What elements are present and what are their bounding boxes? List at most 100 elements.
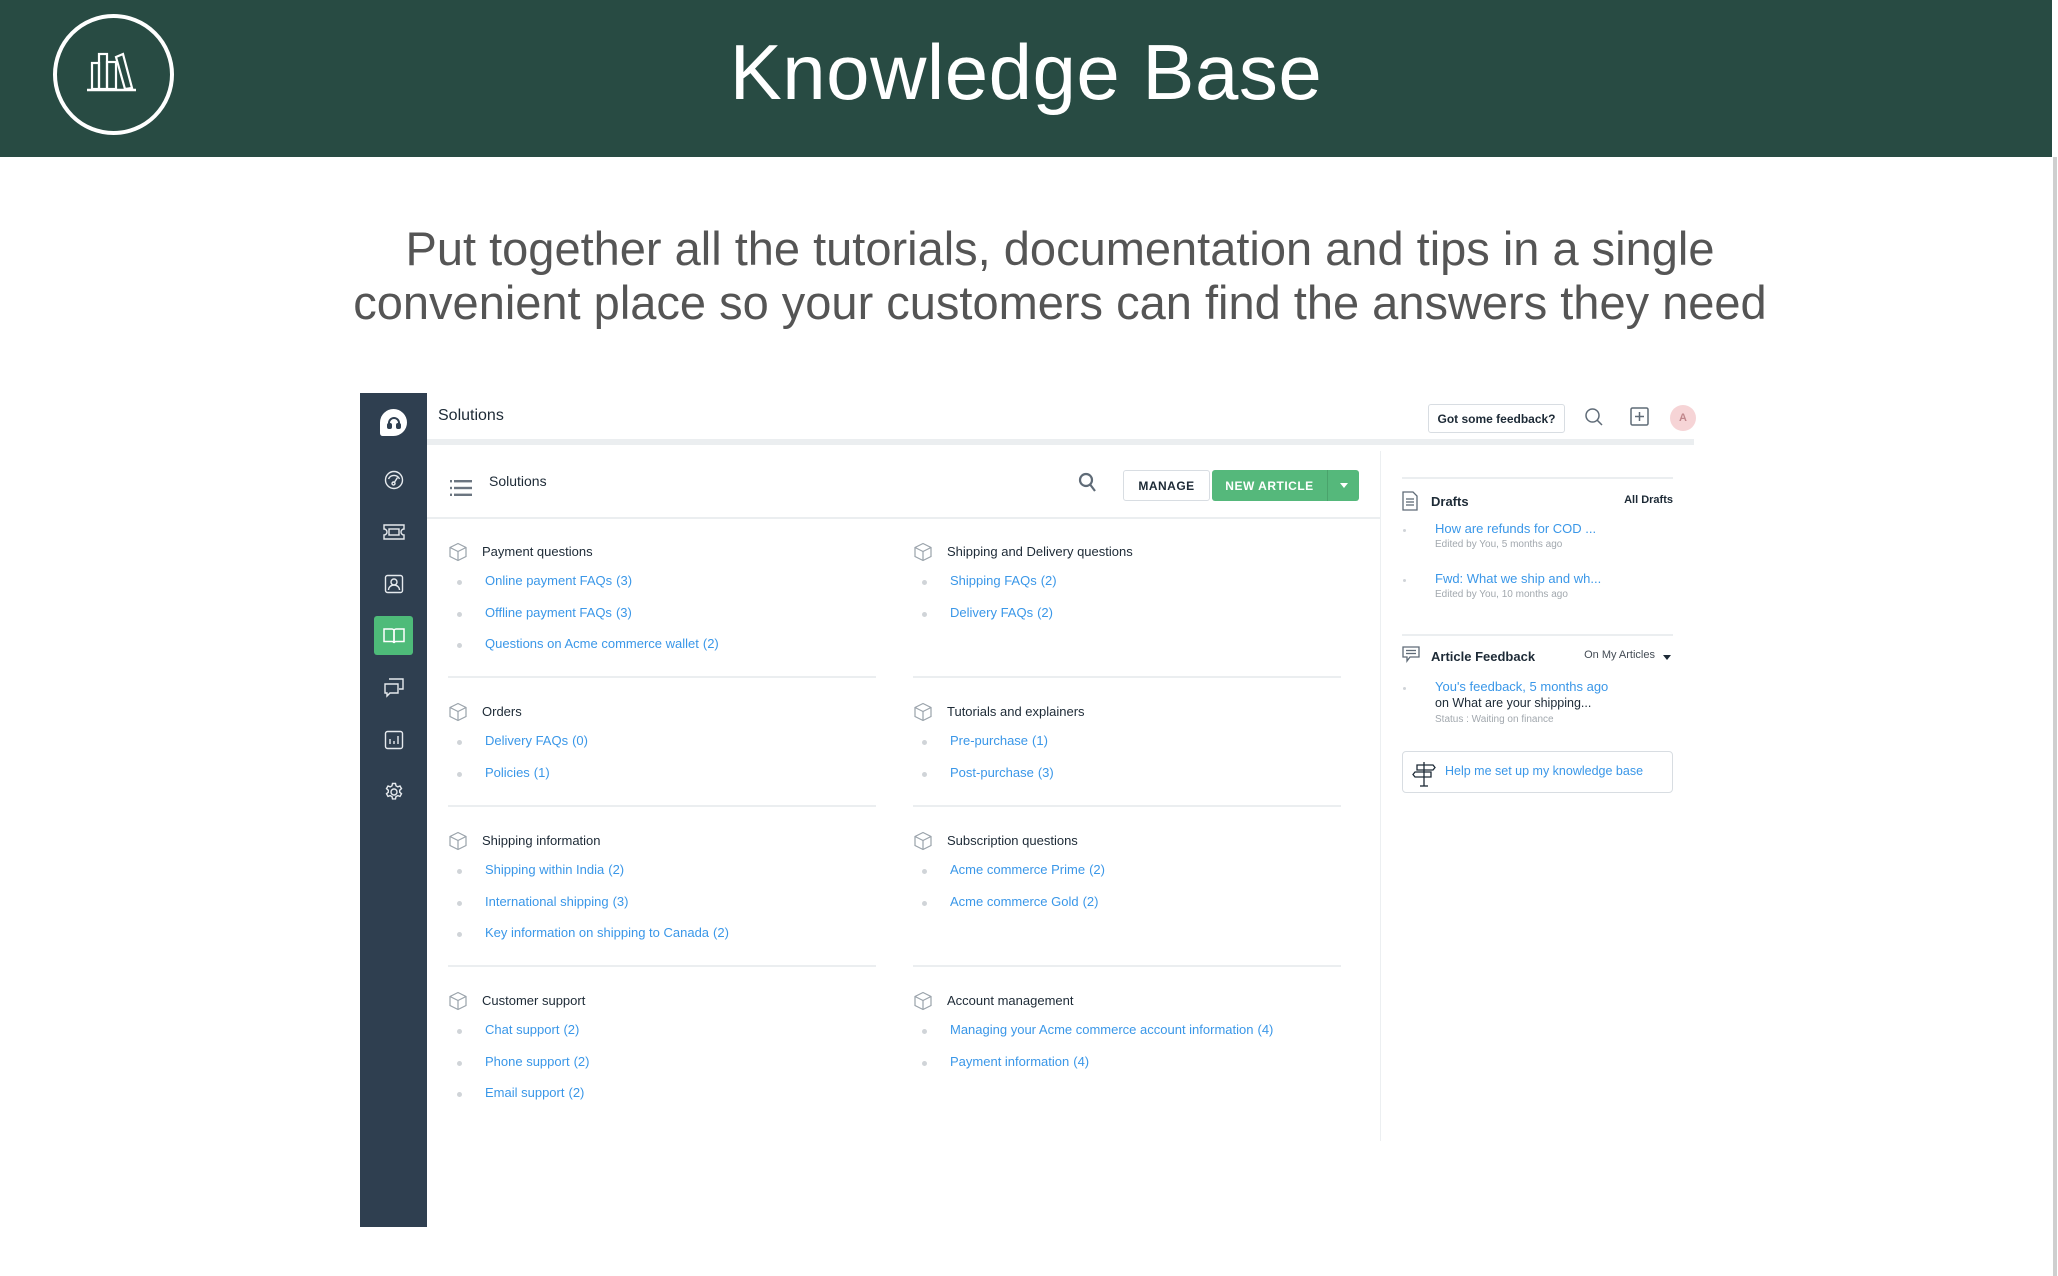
folder-list: Online payment FAQs (3) Offline payment FA… bbox=[448, 573, 876, 668]
setup-help-label: Help me set up my knowledge base bbox=[1445, 764, 1644, 778]
folder-link[interactable]: Offline payment FAQs (3) bbox=[485, 605, 632, 620]
chevron-down-icon[interactable] bbox=[1663, 655, 1671, 660]
folder-item[interactable]: Managing your Acme commerce account info… bbox=[913, 1022, 1341, 1054]
sidebar-item-reports[interactable] bbox=[374, 720, 413, 759]
new-item-button[interactable] bbox=[1630, 407, 1649, 431]
dashboard-gauge-icon bbox=[384, 470, 403, 489]
sidebar-item-settings[interactable] bbox=[374, 772, 413, 811]
folder-link[interactable]: Delivery FAQs (2) bbox=[950, 605, 1053, 620]
scrollbar-thumb[interactable] bbox=[2053, 157, 2057, 1276]
bullet bbox=[457, 643, 462, 648]
folder-item[interactable]: Delivery FAQs (2) bbox=[913, 605, 1341, 637]
folder-link[interactable]: Delivery FAQs (0) bbox=[485, 733, 588, 748]
folder-item[interactable]: Email support (2) bbox=[448, 1085, 876, 1117]
plus-square-icon bbox=[1630, 407, 1649, 426]
category-card: Shipping information Shipping within Indi… bbox=[448, 830, 876, 957]
folder-link[interactable]: Phone support (2) bbox=[485, 1054, 589, 1069]
category-title[interactable]: Tutorials and explainers bbox=[947, 704, 1085, 719]
folder-name: International shipping bbox=[485, 893, 609, 909]
draft-title[interactable]: How are refunds for COD ... bbox=[1435, 521, 1596, 536]
draft-meta: Edited by You, 10 months ago bbox=[1435, 589, 1568, 600]
folder-link[interactable]: Managing your Acme commerce account info… bbox=[950, 1022, 1273, 1037]
feedback-item-title[interactable]: You's feedback, 5 months ago bbox=[1435, 679, 1608, 694]
folder-link[interactable]: Policies (1) bbox=[485, 765, 550, 780]
folder-item[interactable]: Offline payment FAQs (3) bbox=[448, 605, 876, 637]
category-title[interactable]: Shipping information bbox=[482, 833, 601, 848]
category-header: Shipping information bbox=[448, 830, 876, 852]
category-title[interactable]: Account management bbox=[947, 993, 1073, 1008]
folder-item[interactable]: Key information on shipping to Canada (2) bbox=[448, 925, 876, 957]
list-menu-button[interactable] bbox=[450, 480, 472, 501]
category-title[interactable]: Shipping and Delivery questions bbox=[947, 544, 1133, 559]
sidebar-item-conversations[interactable] bbox=[374, 668, 413, 707]
folder-link[interactable]: Acme commerce Prime (2) bbox=[950, 862, 1105, 877]
folder-link[interactable]: Questions on Acme commerce wallet (2) bbox=[485, 636, 719, 651]
folder-list: Shipping within India (2) International sh… bbox=[448, 862, 876, 957]
category-title[interactable]: Subscription questions bbox=[947, 833, 1078, 848]
user-avatar[interactable]: A bbox=[1670, 405, 1696, 431]
feedback-filter-dropdown[interactable]: On My Articles bbox=[1584, 649, 1655, 661]
category-cube-icon bbox=[448, 542, 468, 567]
category-cube-icon bbox=[448, 991, 468, 1016]
brand-headset-icon[interactable] bbox=[380, 409, 407, 436]
category-title[interactable]: Orders bbox=[482, 704, 522, 719]
folder-item[interactable]: Acme commerce Gold (2) bbox=[913, 894, 1341, 926]
folder-item[interactable]: Phone support (2) bbox=[448, 1054, 876, 1086]
app-screenshot: Solutions Got some feedback? A Solutions bbox=[360, 393, 1696, 1227]
folder-item[interactable]: Shipping within India (2) bbox=[448, 862, 876, 894]
folder-link[interactable]: Acme commerce Gold (2) bbox=[950, 894, 1098, 909]
category-card: Subscription questions Acme commerce Prim… bbox=[913, 830, 1341, 925]
folder-link[interactable]: Payment information (4) bbox=[950, 1054, 1089, 1069]
sidebar-item-solutions[interactable] bbox=[374, 616, 413, 655]
folder-list: Pre-purchase (1) Post-purchase (3) bbox=[913, 733, 1341, 796]
category-cube-icon bbox=[448, 831, 468, 856]
new-article-dropdown-button[interactable] bbox=[1328, 470, 1359, 501]
folder-name: Shipping FAQs bbox=[950, 573, 1037, 588]
folder-link[interactable]: Online payment FAQs (3) bbox=[485, 573, 632, 588]
folder-item[interactable]: Pre-purchase (1) bbox=[913, 733, 1341, 765]
feedback-button[interactable]: Got some feedback? bbox=[1428, 404, 1565, 433]
folder-item[interactable]: Acme commerce Prime (2) bbox=[913, 862, 1341, 894]
category-title[interactable]: Customer support bbox=[482, 993, 585, 1008]
sidebar-item-tickets[interactable] bbox=[374, 512, 413, 551]
new-article-button[interactable]: NEW ARTICLE bbox=[1212, 470, 1328, 501]
folder-item[interactable]: Chat support (2) bbox=[448, 1022, 876, 1054]
folder-link[interactable]: Key information on shipping to Canada (2) bbox=[485, 925, 729, 940]
folder-count: (2) bbox=[1082, 893, 1099, 909]
solutions-search-button[interactable] bbox=[1078, 472, 1098, 499]
category-title[interactable]: Payment questions bbox=[482, 544, 593, 559]
category-divider bbox=[448, 805, 876, 807]
category-cube-icon bbox=[913, 702, 933, 727]
folder-item[interactable]: Delivery FAQs (0) bbox=[448, 733, 876, 765]
folder-link[interactable]: Shipping FAQs (2) bbox=[950, 573, 1057, 588]
folder-count: (4) bbox=[1257, 1022, 1274, 1037]
folder-link[interactable]: Post-purchase (3) bbox=[950, 765, 1054, 780]
page-scrollbar[interactable] bbox=[2052, 0, 2058, 1276]
folder-item[interactable]: International shipping (3) bbox=[448, 894, 876, 926]
setup-help-button[interactable]: Help me set up my knowledge base bbox=[1402, 751, 1673, 793]
folder-count: (3) bbox=[612, 893, 629, 909]
drafts-header: Drafts All Drafts bbox=[1402, 491, 1673, 513]
category-card: Orders Delivery FAQs (0) Policies (1) bbox=[448, 701, 876, 796]
folder-item[interactable]: Post-purchase (3) bbox=[913, 765, 1341, 797]
folder-link[interactable]: Shipping within India (2) bbox=[485, 862, 624, 877]
page-subtitle: Put together all the tutorials, document… bbox=[300, 222, 1820, 330]
all-drafts-link[interactable]: All Drafts bbox=[1624, 494, 1673, 506]
folder-item[interactable]: Online payment FAQs (3) bbox=[448, 573, 876, 605]
folder-link[interactable]: Chat support (2) bbox=[485, 1022, 579, 1037]
category-header: Customer support bbox=[448, 990, 876, 1012]
sidebar-item-dashboard[interactable] bbox=[374, 460, 413, 499]
sidebar-item-contacts[interactable] bbox=[374, 564, 413, 603]
folder-item[interactable]: Payment information (4) bbox=[913, 1054, 1341, 1086]
folder-link[interactable]: International shipping (3) bbox=[485, 894, 628, 909]
folder-item[interactable]: Shipping FAQs (2) bbox=[913, 573, 1341, 605]
folder-item[interactable]: Policies (1) bbox=[448, 765, 876, 797]
folder-link[interactable]: Email support (2) bbox=[485, 1085, 584, 1100]
draft-title[interactable]: Fwd: What we ship and wh... bbox=[1435, 571, 1601, 586]
manage-button[interactable]: MANAGE bbox=[1123, 470, 1210, 501]
folder-item[interactable]: Questions on Acme commerce wallet (2) bbox=[448, 636, 876, 668]
global-search-button[interactable] bbox=[1584, 407, 1604, 432]
folder-count: (2) bbox=[1037, 604, 1053, 620]
folder-link[interactable]: Pre-purchase (1) bbox=[950, 733, 1048, 748]
category-header: Payment questions bbox=[448, 541, 876, 563]
